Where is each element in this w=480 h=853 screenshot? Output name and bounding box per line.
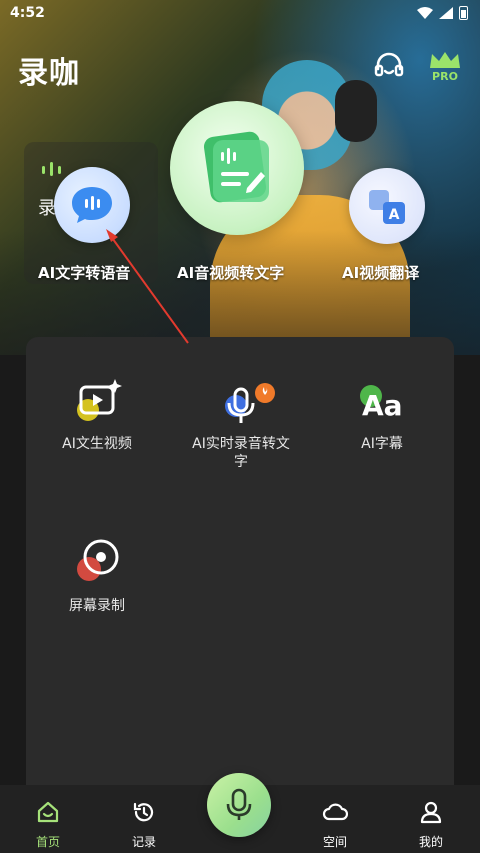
nav-home[interactable]: 首页	[13, 799, 83, 850]
headset-icon	[374, 52, 404, 77]
record-icon	[67, 537, 127, 593]
nav-history-label: 记录	[131, 835, 156, 849]
cloud-icon	[322, 803, 349, 821]
status-bar: 4:52	[0, 0, 480, 28]
nav-history[interactable]: 记录	[109, 799, 179, 850]
svg-text:A: A	[389, 207, 400, 223]
screen-record-label: 屏幕录制	[69, 598, 125, 614]
customer-service-button[interactable]	[372, 50, 406, 84]
headphone-graphic	[335, 80, 377, 142]
nav-space-label: 空间	[322, 835, 347, 849]
profile-icon	[420, 801, 442, 824]
waveform-icon	[42, 162, 61, 176]
speech-bubble-icon	[72, 187, 112, 223]
tools-panel: AI文生视频 AI实时录音转文字 Aa AI字幕 屏幕录制	[26, 337, 454, 807]
video-spark-icon	[67, 375, 127, 431]
ai-subtitle-label: AI字幕	[361, 436, 403, 452]
history-icon	[133, 802, 154, 822]
realtime-transcription-label: AI实时录音转文字	[192, 436, 290, 470]
mic-icon	[211, 375, 275, 431]
nav-home-label: 首页	[35, 835, 60, 849]
nav-space[interactable]: 空间	[300, 799, 370, 850]
wifi-icon	[417, 7, 433, 19]
text-to-video-tool[interactable]: AI文生视频	[32, 375, 162, 453]
signal-icon	[439, 7, 453, 19]
subtitle-icon: Aa	[352, 375, 412, 431]
pro-badge-label: PRO	[432, 70, 458, 83]
app-title: 录咖	[18, 56, 80, 91]
record-mic-button[interactable]	[207, 773, 271, 837]
crown-icon	[430, 52, 460, 68]
screen-record-tool[interactable]: 屏幕录制	[32, 537, 162, 615]
video-translation-button[interactable]: A	[349, 168, 425, 244]
battery-icon	[459, 6, 468, 20]
subtitle-glyph: Aa	[362, 389, 403, 422]
nav-profile-label: 我的	[418, 835, 443, 849]
text-to-video-label: AI文生视频	[62, 436, 132, 452]
realtime-transcription-tool[interactable]: AI实时录音转文字	[176, 375, 306, 471]
video-translation-label: AI视频翻译	[342, 264, 420, 282]
nav-profile[interactable]: 我的	[396, 799, 466, 850]
ai-subtitle-tool[interactable]: Aa AI字幕	[317, 375, 447, 453]
text-to-speech-label: AI文字转语音	[38, 264, 131, 282]
pro-membership-button[interactable]: PRO	[428, 50, 462, 86]
microphone-icon	[226, 788, 252, 820]
audio-video-to-text-label: AI音视频转文字	[177, 264, 285, 282]
audio-video-to-text-button[interactable]	[170, 101, 304, 235]
transcript-icon	[203, 131, 269, 203]
status-icons	[417, 6, 468, 20]
home-icon	[37, 801, 59, 823]
status-time: 4:52	[10, 5, 45, 21]
translate-icon: A	[369, 190, 405, 224]
text-to-speech-button[interactable]	[54, 167, 130, 243]
